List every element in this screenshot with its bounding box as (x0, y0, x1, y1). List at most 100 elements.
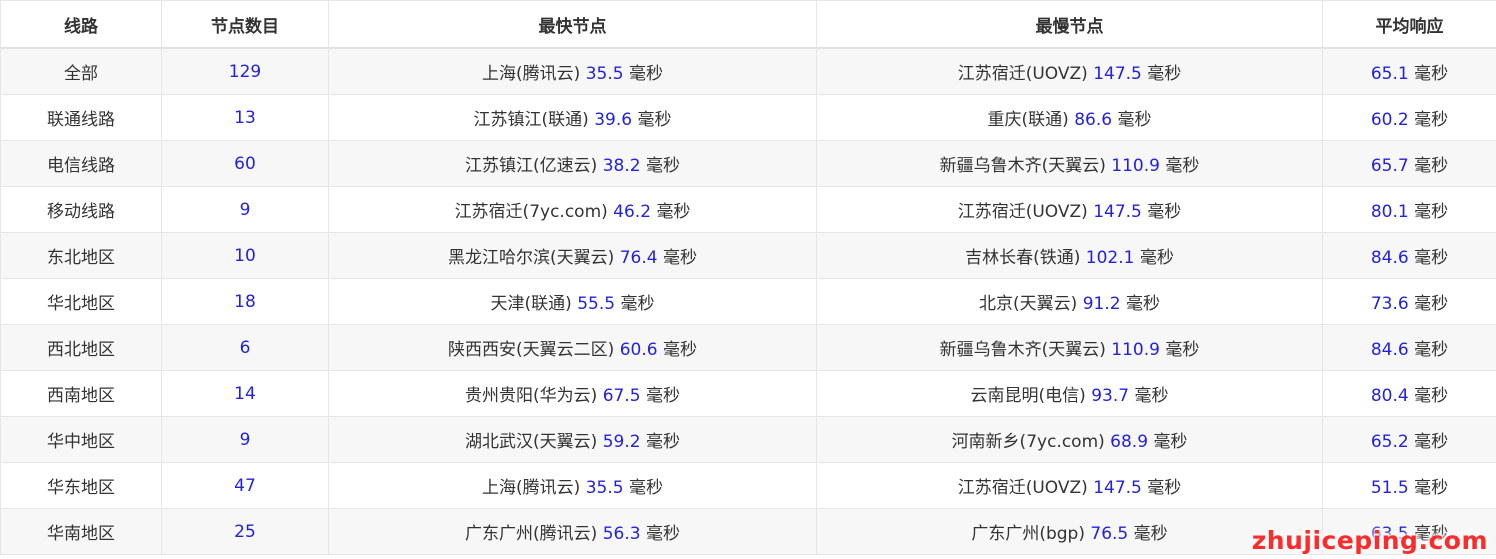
header-fastest-node: 最快节点 (328, 0, 817, 49)
cell-line: 东北地区 (0, 232, 162, 279)
average-ms: 65.2 (1370, 432, 1409, 452)
cell-fastest-node: 黑龙江哈尔滨(天翼云) 76.4 毫秒 (328, 232, 817, 279)
node-count: 14 (234, 383, 256, 404)
unit-label: 毫秒 (656, 202, 691, 222)
slowest-node-name: 广东广州(bgp) (971, 524, 1085, 544)
cell-node-count: 14 (161, 370, 329, 417)
cell-fastest-node: 江苏宿迁(7yc.com) 46.2 毫秒 (328, 186, 817, 233)
cell-average-response: 65.7 毫秒 (1322, 140, 1496, 187)
slowest-node-name: 云南昆明(电信) (970, 386, 1086, 406)
node-count: 10 (234, 245, 256, 266)
fastest-ms: 35.5 (585, 478, 624, 498)
page: 线路 节点数目 最快节点 最慢节点 平均响应 全部 129 上海(腾讯云) 35… (0, 0, 1496, 559)
fastest-node-name: 天津(联通) (490, 294, 572, 314)
cell-average-response: 51.5 毫秒 (1322, 462, 1496, 509)
slowest-node-name: 江苏宿迁(UOVZ) (957, 202, 1088, 222)
average-ms: 84.6 (1370, 340, 1409, 360)
slowest-node-name: 吉林长春(铁通) (965, 248, 1081, 268)
fastest-node-name: 黑龙江哈尔滨(天翼云) (448, 248, 615, 268)
cell-slowest-node: 重庆(联通) 86.6 毫秒 (816, 94, 1323, 141)
slowest-ms: 86.6 (1074, 110, 1113, 130)
line-name: 西南地区 (47, 386, 115, 406)
cell-fastest-node: 广东广州(腾讯云) 56.3 毫秒 (328, 508, 817, 555)
cell-fastest-node: 上海(腾讯云) 35.5 毫秒 (328, 462, 817, 509)
cell-slowest-node: 江苏宿迁(UOVZ) 147.5 毫秒 (816, 462, 1323, 509)
fastest-node-name: 江苏宿迁(7yc.com) (454, 202, 608, 222)
fastest-node-name: 陕西西安(天翼云二区) (448, 340, 615, 360)
unit-label: 毫秒 (1139, 248, 1174, 268)
cell-node-count: 13 (161, 94, 329, 141)
cell-fastest-node: 江苏镇江(亿速云) 38.2 毫秒 (328, 140, 817, 187)
unit-label: 毫秒 (1147, 478, 1182, 498)
unit-label: 毫秒 (1134, 386, 1169, 406)
line-name: 电信线路 (47, 156, 115, 176)
line-name: 华北地区 (47, 294, 115, 314)
header-line: 线路 (0, 0, 162, 49)
cell-fastest-node: 陕西西安(天翼云二区) 60.6 毫秒 (328, 324, 817, 371)
cell-line: 华南地区 (0, 508, 162, 555)
line-name: 移动线路 (47, 202, 115, 222)
cell-slowest-node: 江苏宿迁(UOVZ) 147.5 毫秒 (816, 47, 1323, 95)
cell-slowest-node: 河南新乡(7yc.com) 68.9 毫秒 (816, 416, 1323, 463)
fastest-node-name: 上海(腾讯云) (482, 64, 581, 84)
table-row: 全部 129 上海(腾讯云) 35.5 毫秒 江苏宿迁(UOVZ) 147.5 … (0, 47, 1496, 95)
unit-label: 毫秒 (1414, 110, 1449, 130)
average-ms: 63.5 (1370, 524, 1409, 544)
unit-label: 毫秒 (1414, 478, 1449, 498)
cell-node-count: 60 (161, 140, 329, 187)
slowest-node-name: 北京(天翼云) (979, 294, 1078, 314)
slowest-ms: 68.9 (1110, 432, 1149, 452)
cell-node-count: 6 (161, 324, 329, 371)
header-node-count: 节点数目 (161, 0, 329, 49)
header-slowest-node: 最慢节点 (816, 0, 1323, 49)
slowest-ms: 147.5 (1093, 202, 1142, 222)
node-count: 129 (228, 61, 262, 82)
table-row: 华南地区 25 广东广州(腾讯云) 56.3 毫秒 广东广州(bgp) 76.5… (0, 508, 1496, 555)
unit-label: 毫秒 (1414, 248, 1449, 268)
table-row: 联通线路 13 江苏镇江(联通) 39.6 毫秒 重庆(联通) 86.6 毫秒 … (0, 94, 1496, 141)
line-name: 东北地区 (47, 248, 115, 268)
slowest-ms: 76.5 (1090, 524, 1129, 544)
fastest-ms: 39.6 (594, 110, 633, 130)
fastest-ms: 35.5 (585, 64, 624, 84)
average-ms: 80.1 (1370, 202, 1409, 222)
slowest-node-name: 新疆乌鲁木齐(天翼云) (939, 156, 1106, 176)
unit-label: 毫秒 (1414, 202, 1449, 222)
cell-line: 华北地区 (0, 278, 162, 325)
fastest-node-name: 广东广州(腾讯云) (465, 524, 598, 544)
fastest-node-name: 上海(腾讯云) (482, 478, 581, 498)
cell-average-response: 65.2 毫秒 (1322, 416, 1496, 463)
unit-label: 毫秒 (1414, 432, 1449, 452)
cell-node-count: 10 (161, 232, 329, 279)
line-name: 全部 (64, 64, 98, 84)
cell-average-response: 65.1 毫秒 (1322, 47, 1496, 95)
cell-line: 移动线路 (0, 186, 162, 233)
table-row: 华中地区 9 湖北武汉(天翼云) 59.2 毫秒 河南新乡(7yc.com) 6… (0, 416, 1496, 463)
cell-slowest-node: 北京(天翼云) 91.2 毫秒 (816, 278, 1323, 325)
cell-average-response: 60.2 毫秒 (1322, 94, 1496, 141)
unit-label: 毫秒 (645, 386, 680, 406)
line-name: 华中地区 (47, 432, 115, 452)
node-count: 9 (239, 429, 251, 450)
unit-label: 毫秒 (1165, 340, 1200, 360)
unit-label: 毫秒 (1165, 156, 1200, 176)
line-name: 华东地区 (47, 478, 115, 498)
cell-fastest-node: 天津(联通) 55.5 毫秒 (328, 278, 817, 325)
unit-label: 毫秒 (1125, 294, 1160, 314)
slowest-node-name: 重庆(联通) (987, 110, 1069, 130)
table-row: 华东地区 47 上海(腾讯云) 35.5 毫秒 江苏宿迁(UOVZ) 147.5… (0, 462, 1496, 509)
header-average-response: 平均响应 (1322, 0, 1496, 49)
cell-line: 电信线路 (0, 140, 162, 187)
table-header: 线路 节点数目 最快节点 最慢节点 平均响应 (0, 0, 1496, 49)
unit-label: 毫秒 (1117, 110, 1152, 130)
table-row: 移动线路 9 江苏宿迁(7yc.com) 46.2 毫秒 江苏宿迁(UOVZ) … (0, 186, 1496, 233)
cell-fastest-node: 江苏镇江(联通) 39.6 毫秒 (328, 94, 817, 141)
unit-label: 毫秒 (1147, 202, 1182, 222)
node-count: 13 (234, 107, 256, 128)
cell-average-response: 84.6 毫秒 (1322, 232, 1496, 279)
line-name: 西北地区 (47, 340, 115, 360)
cell-fastest-node: 贵州贵阳(华为云) 67.5 毫秒 (328, 370, 817, 417)
unit-label: 毫秒 (628, 478, 663, 498)
unit-label: 毫秒 (637, 110, 672, 130)
fastest-ms: 38.2 (602, 156, 641, 176)
